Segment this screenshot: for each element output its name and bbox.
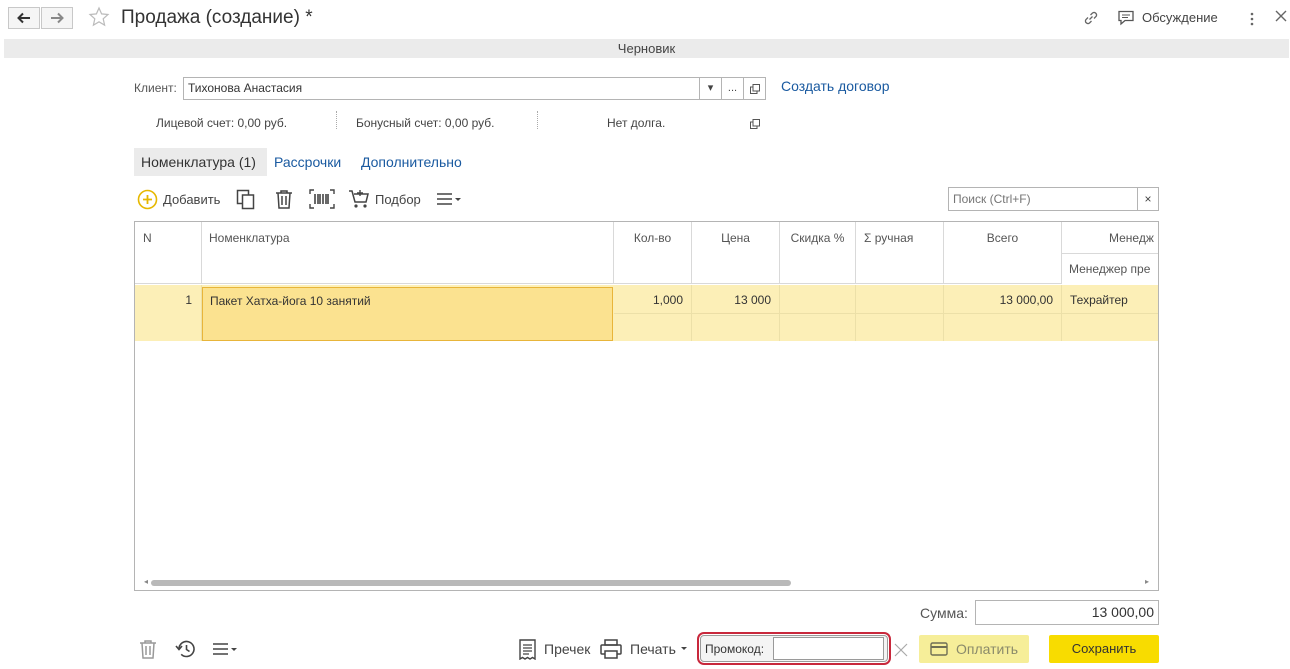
tab-additional[interactable]: Дополнительно — [361, 154, 462, 170]
selection-button-label: Подбор — [375, 191, 421, 207]
column-header-price[interactable]: Цена — [692, 222, 780, 284]
more-menu-button[interactable] — [436, 188, 462, 210]
add-button[interactable]: Добавить — [137, 188, 220, 210]
items-table: N Номенклатура Кол-во Цена Скидка % Σ ру… — [134, 221, 1159, 591]
column-subheader-manager[interactable]: Менеджер пре — [1061, 253, 1158, 284]
debt-open-button[interactable] — [750, 117, 760, 132]
add-button-label: Добавить — [163, 191, 221, 207]
column-header-n[interactable]: N — [135, 222, 202, 284]
cell-n[interactable]: 1 — [135, 285, 202, 341]
barcode-icon — [309, 189, 335, 209]
column-header-total[interactable]: Всего — [944, 222, 1062, 284]
close-icon — [894, 643, 908, 657]
horizontal-scrollbar[interactable] — [151, 580, 791, 586]
print-label: Печать — [630, 641, 676, 657]
trash-icon — [276, 190, 292, 209]
barcode-button[interactable] — [309, 188, 335, 210]
cell-price-value: 13 000 — [734, 293, 771, 307]
hamburger-menu-icon — [213, 643, 237, 655]
chevron-down-icon — [680, 647, 687, 650]
client-dropdown-button[interactable]: ▾ — [700, 77, 722, 100]
precheck-button[interactable]: Пречек — [518, 638, 590, 660]
promo-input[interactable] — [773, 637, 884, 660]
create-contract-link[interactable]: Создать договор — [781, 78, 890, 94]
discussion-icon — [1117, 10, 1135, 29]
favorite-star-button[interactable] — [88, 6, 110, 31]
cell-qty-value: 1,000 — [652, 293, 683, 307]
link-button[interactable] — [1082, 9, 1100, 30]
open-window-icon — [749, 84, 760, 94]
pay-button-label: Оплатить — [955, 641, 1019, 657]
delete-button[interactable] — [275, 188, 293, 210]
cell-item[interactable]: Пакет Хатха-йога 10 занятий — [202, 287, 613, 341]
column-header-manager[interactable]: Менедж — [1062, 222, 1158, 253]
trash-icon — [140, 640, 156, 659]
close-button[interactable] — [1274, 9, 1288, 26]
divider — [537, 111, 538, 129]
copy-button[interactable] — [236, 188, 256, 210]
copy-icon — [236, 189, 255, 209]
kebab-menu-icon — [1250, 12, 1254, 26]
history-icon — [175, 640, 195, 658]
discussion-button[interactable]: Обсуждение — [1142, 10, 1218, 25]
cart-icon — [349, 190, 369, 208]
open-window-icon — [750, 119, 760, 129]
link-chain-icon — [1084, 11, 1098, 25]
arrow-right-icon — [51, 12, 64, 24]
cell-total-value: 13 000,00 — [999, 293, 1053, 307]
receipt-icon — [519, 638, 536, 660]
close-icon — [1275, 10, 1287, 22]
more-actions-button[interactable] — [1248, 11, 1256, 30]
cell-price[interactable]: 13 000 — [692, 285, 780, 341]
sum-label: Сумма: — [920, 605, 968, 621]
column-header-manual-sum[interactable]: Σ ручная — [856, 222, 944, 284]
search-clear-button[interactable]: × — [1137, 187, 1159, 211]
cell-discount[interactable] — [780, 285, 856, 341]
column-header-qty[interactable]: Кол-во — [614, 222, 692, 284]
tab-nomenclature[interactable]: Номенклатура (1) — [134, 148, 267, 176]
bonus-account-text: Бонусный счет: 0,00 руб. — [356, 116, 495, 130]
client-select-button[interactable]: ... — [722, 77, 744, 100]
search-input[interactable] — [948, 187, 1138, 211]
pay-button[interactable]: Оплатить — [919, 635, 1029, 663]
tab-installments[interactable]: Рассрочки — [274, 154, 341, 170]
column-header-item[interactable]: Номенклатура — [202, 222, 614, 284]
add-circle-icon — [137, 189, 158, 209]
bottom-more-menu-button[interactable] — [212, 638, 238, 660]
status-bar: Черновик — [4, 39, 1289, 58]
arrow-left-icon — [17, 12, 30, 24]
scroll-left-arrow-icon[interactable]: ◂ — [144, 577, 148, 586]
printer-icon — [600, 639, 622, 659]
cell-manager[interactable]: Техрайтер — [1062, 285, 1158, 341]
divider — [336, 111, 337, 129]
hamburger-menu-icon — [437, 193, 461, 205]
cell-manager-value: Техрайтер — [1070, 293, 1128, 307]
scroll-right-arrow-icon[interactable]: ▸ — [1145, 577, 1149, 586]
client-open-button[interactable] — [744, 77, 766, 100]
chevron-down-icon: ▾ — [707, 82, 714, 94]
save-button[interactable]: Сохранить — [1049, 635, 1159, 663]
credit-card-icon — [930, 642, 948, 656]
history-button[interactable] — [175, 638, 197, 660]
client-label: Клиент: — [134, 81, 177, 95]
column-header-discount[interactable]: Скидка % — [780, 222, 856, 284]
forward-button[interactable] — [41, 7, 73, 29]
debt-text: Нет долга. — [607, 116, 666, 130]
precheck-label: Пречек — [544, 641, 591, 657]
delete-document-button[interactable] — [139, 638, 157, 660]
selection-button[interactable]: Подбор — [348, 188, 421, 210]
sum-field: 13 000,00 — [975, 600, 1159, 625]
personal-account-text: Лицевой счет: 0,00 руб. — [156, 116, 288, 130]
cell-total[interactable]: 13 000,00 — [944, 285, 1062, 341]
star-icon — [88, 6, 110, 27]
client-field[interactable]: Тихонова Анастасия — [183, 77, 700, 100]
close-icon: × — [1144, 192, 1152, 206]
back-button[interactable] — [8, 7, 40, 29]
print-button[interactable]: Печать — [600, 638, 688, 660]
page-title: Продажа (создание) * — [121, 7, 313, 28]
promo-label: Промокод: — [705, 642, 765, 656]
cell-manual-sum[interactable] — [856, 285, 944, 341]
cell-qty[interactable]: 1,000 — [614, 285, 692, 341]
promo-clear-button[interactable] — [894, 642, 908, 661]
